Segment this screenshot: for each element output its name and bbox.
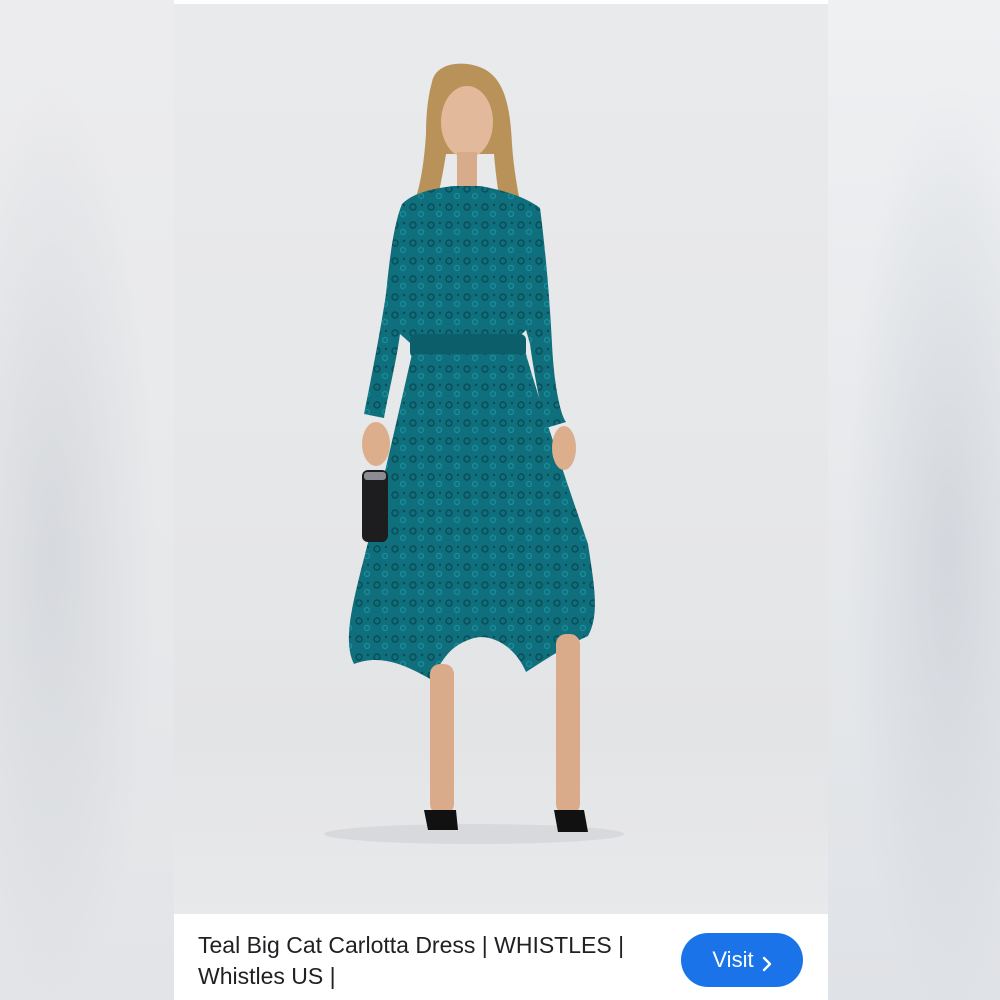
blurred-backdrop-left (0, 0, 174, 1000)
product-card: Teal Big Cat Carlotta Dress | WHISTLES |… (174, 0, 828, 1000)
product-image[interactable] (174, 4, 828, 914)
visit-button-label: Visit (712, 947, 754, 972)
product-caption[interactable]: Teal Big Cat Carlotta Dress | WHISTLES |… (198, 930, 658, 992)
visit-button[interactable]: Visit (681, 933, 803, 987)
blurred-backdrop-right (828, 0, 1000, 1000)
model-illustration (324, 63, 624, 844)
chevron-right-icon (762, 952, 772, 972)
